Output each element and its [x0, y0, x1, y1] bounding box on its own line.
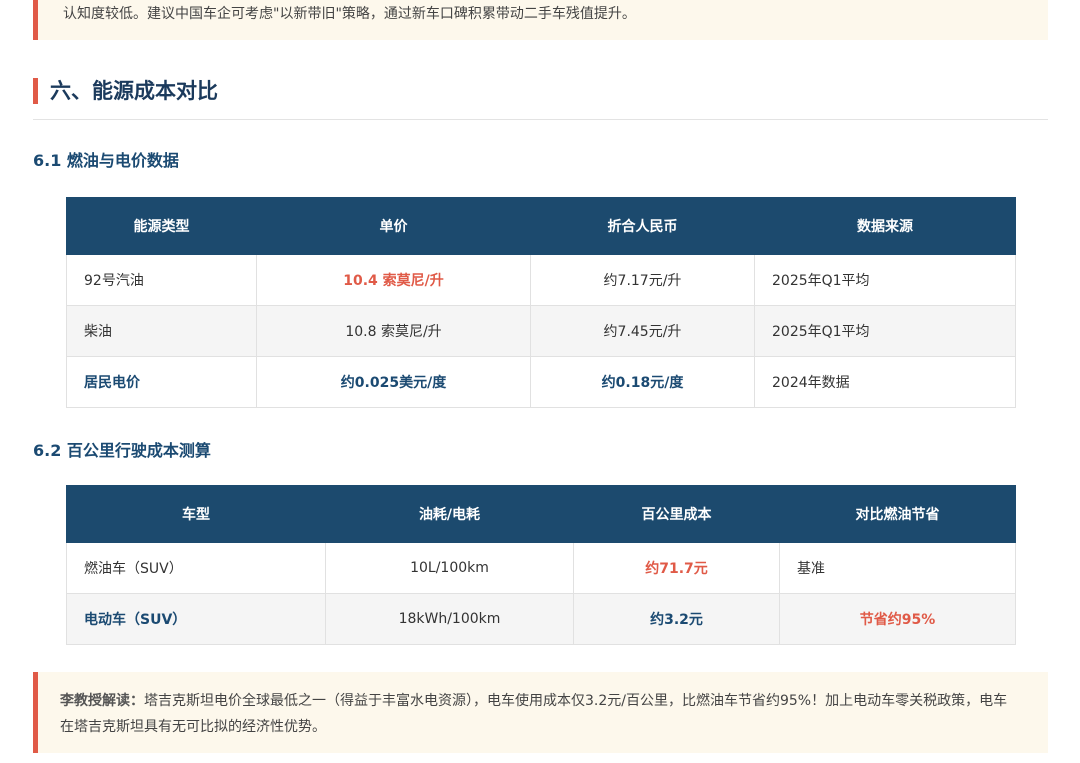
table-row: 柴油 10.8 索莫尼/升 约7.45元/升 2025年Q1平均: [66, 305, 1016, 357]
table-cell: 2025年Q1平均: [754, 305, 1016, 357]
table-cell: 92号汽油: [66, 254, 257, 306]
top-callout-text: 认知度较低。建议中国车企可考虑"以新带旧"策略，通过新车口碑积累带动二手车残值提…: [63, 6, 636, 22]
subsection-title-fuel-electric: 6.1 燃油与电价数据: [33, 151, 179, 170]
professor-commentary-callout: 李教授解读：塔吉克斯坦电价全球最低之一（得益于丰富水电资源），电车使用成本仅3.…: [33, 672, 1048, 753]
section-heading: 六、能源成本对比: [33, 76, 1048, 120]
table-cell: 约0.18元/度: [530, 356, 755, 408]
subsection-title-cost-per-100km: 6.2 百公里行驶成本测算: [33, 441, 211, 460]
table-header: 油耗/电耗: [325, 485, 574, 543]
table-cell: 居民电价: [66, 356, 257, 408]
table-header: 数据来源: [754, 197, 1016, 255]
table-header: 车型: [66, 485, 326, 543]
table-cell: 18kWh/100km: [325, 593, 574, 645]
table-header: 能源类型: [66, 197, 257, 255]
commentary-text: 塔吉克斯坦电价全球最低之一（得益于丰富水电资源），电车使用成本仅3.2元/百公里…: [60, 693, 1008, 735]
table-cell: 燃油车（SUV）: [66, 542, 326, 594]
table-row: 燃油车（SUV） 10L/100km 约71.7元 基准: [66, 542, 1016, 594]
heading-accent-bar: [33, 78, 38, 104]
table-header-row: 车型 油耗/电耗 百公里成本 对比燃油节省: [66, 485, 1016, 543]
table-cell: 基准: [779, 542, 1016, 594]
table-row: 92号汽油 10.4 索莫尼/升 约7.17元/升 2025年Q1平均: [66, 254, 1016, 306]
table-cell: 电动车（SUV）: [66, 593, 326, 645]
table-header-row: 能源类型 单价 折合人民币 数据来源: [66, 197, 1016, 255]
table-row: 居民电价 约0.025美元/度 约0.18元/度 2024年数据: [66, 356, 1016, 408]
cost-per-100km-table: 车型 油耗/电耗 百公里成本 对比燃油节省 燃油车（SUV） 10L/100km…: [66, 485, 1016, 645]
table-cell: 柴油: [66, 305, 257, 357]
table-cell: 10.4 索莫尼/升: [256, 254, 531, 306]
table-cell: 2024年数据: [754, 356, 1016, 408]
top-callout: 认知度较低。建议中国车企可考虑"以新带旧"策略，通过新车口碑积累带动二手车残值提…: [33, 0, 1048, 40]
table-header: 折合人民币: [530, 197, 755, 255]
table-cell: 2025年Q1平均: [754, 254, 1016, 306]
table-cell: 约7.17元/升: [530, 254, 755, 306]
table-cell: 约71.7元: [573, 542, 780, 594]
table-cell: 10.8 索莫尼/升: [256, 305, 531, 357]
table-row: 电动车（SUV） 18kWh/100km 约3.2元 节省约95%: [66, 593, 1016, 645]
table-cell: 约3.2元: [573, 593, 780, 645]
table-header: 对比燃油节省: [779, 485, 1016, 543]
table-header: 百公里成本: [573, 485, 780, 543]
table-cell: 约0.025美元/度: [256, 356, 531, 408]
table-cell: 10L/100km: [325, 542, 574, 594]
table-header: 单价: [256, 197, 531, 255]
section-title: 六、能源成本对比: [50, 79, 218, 103]
energy-price-table: 能源类型 单价 折合人民币 数据来源 92号汽油 10.4 索莫尼/升 约7.1…: [66, 197, 1016, 408]
commentary-label: 李教授解读：: [60, 693, 144, 709]
table-cell: 约7.45元/升: [530, 305, 755, 357]
table-cell: 节省约95%: [779, 593, 1016, 645]
